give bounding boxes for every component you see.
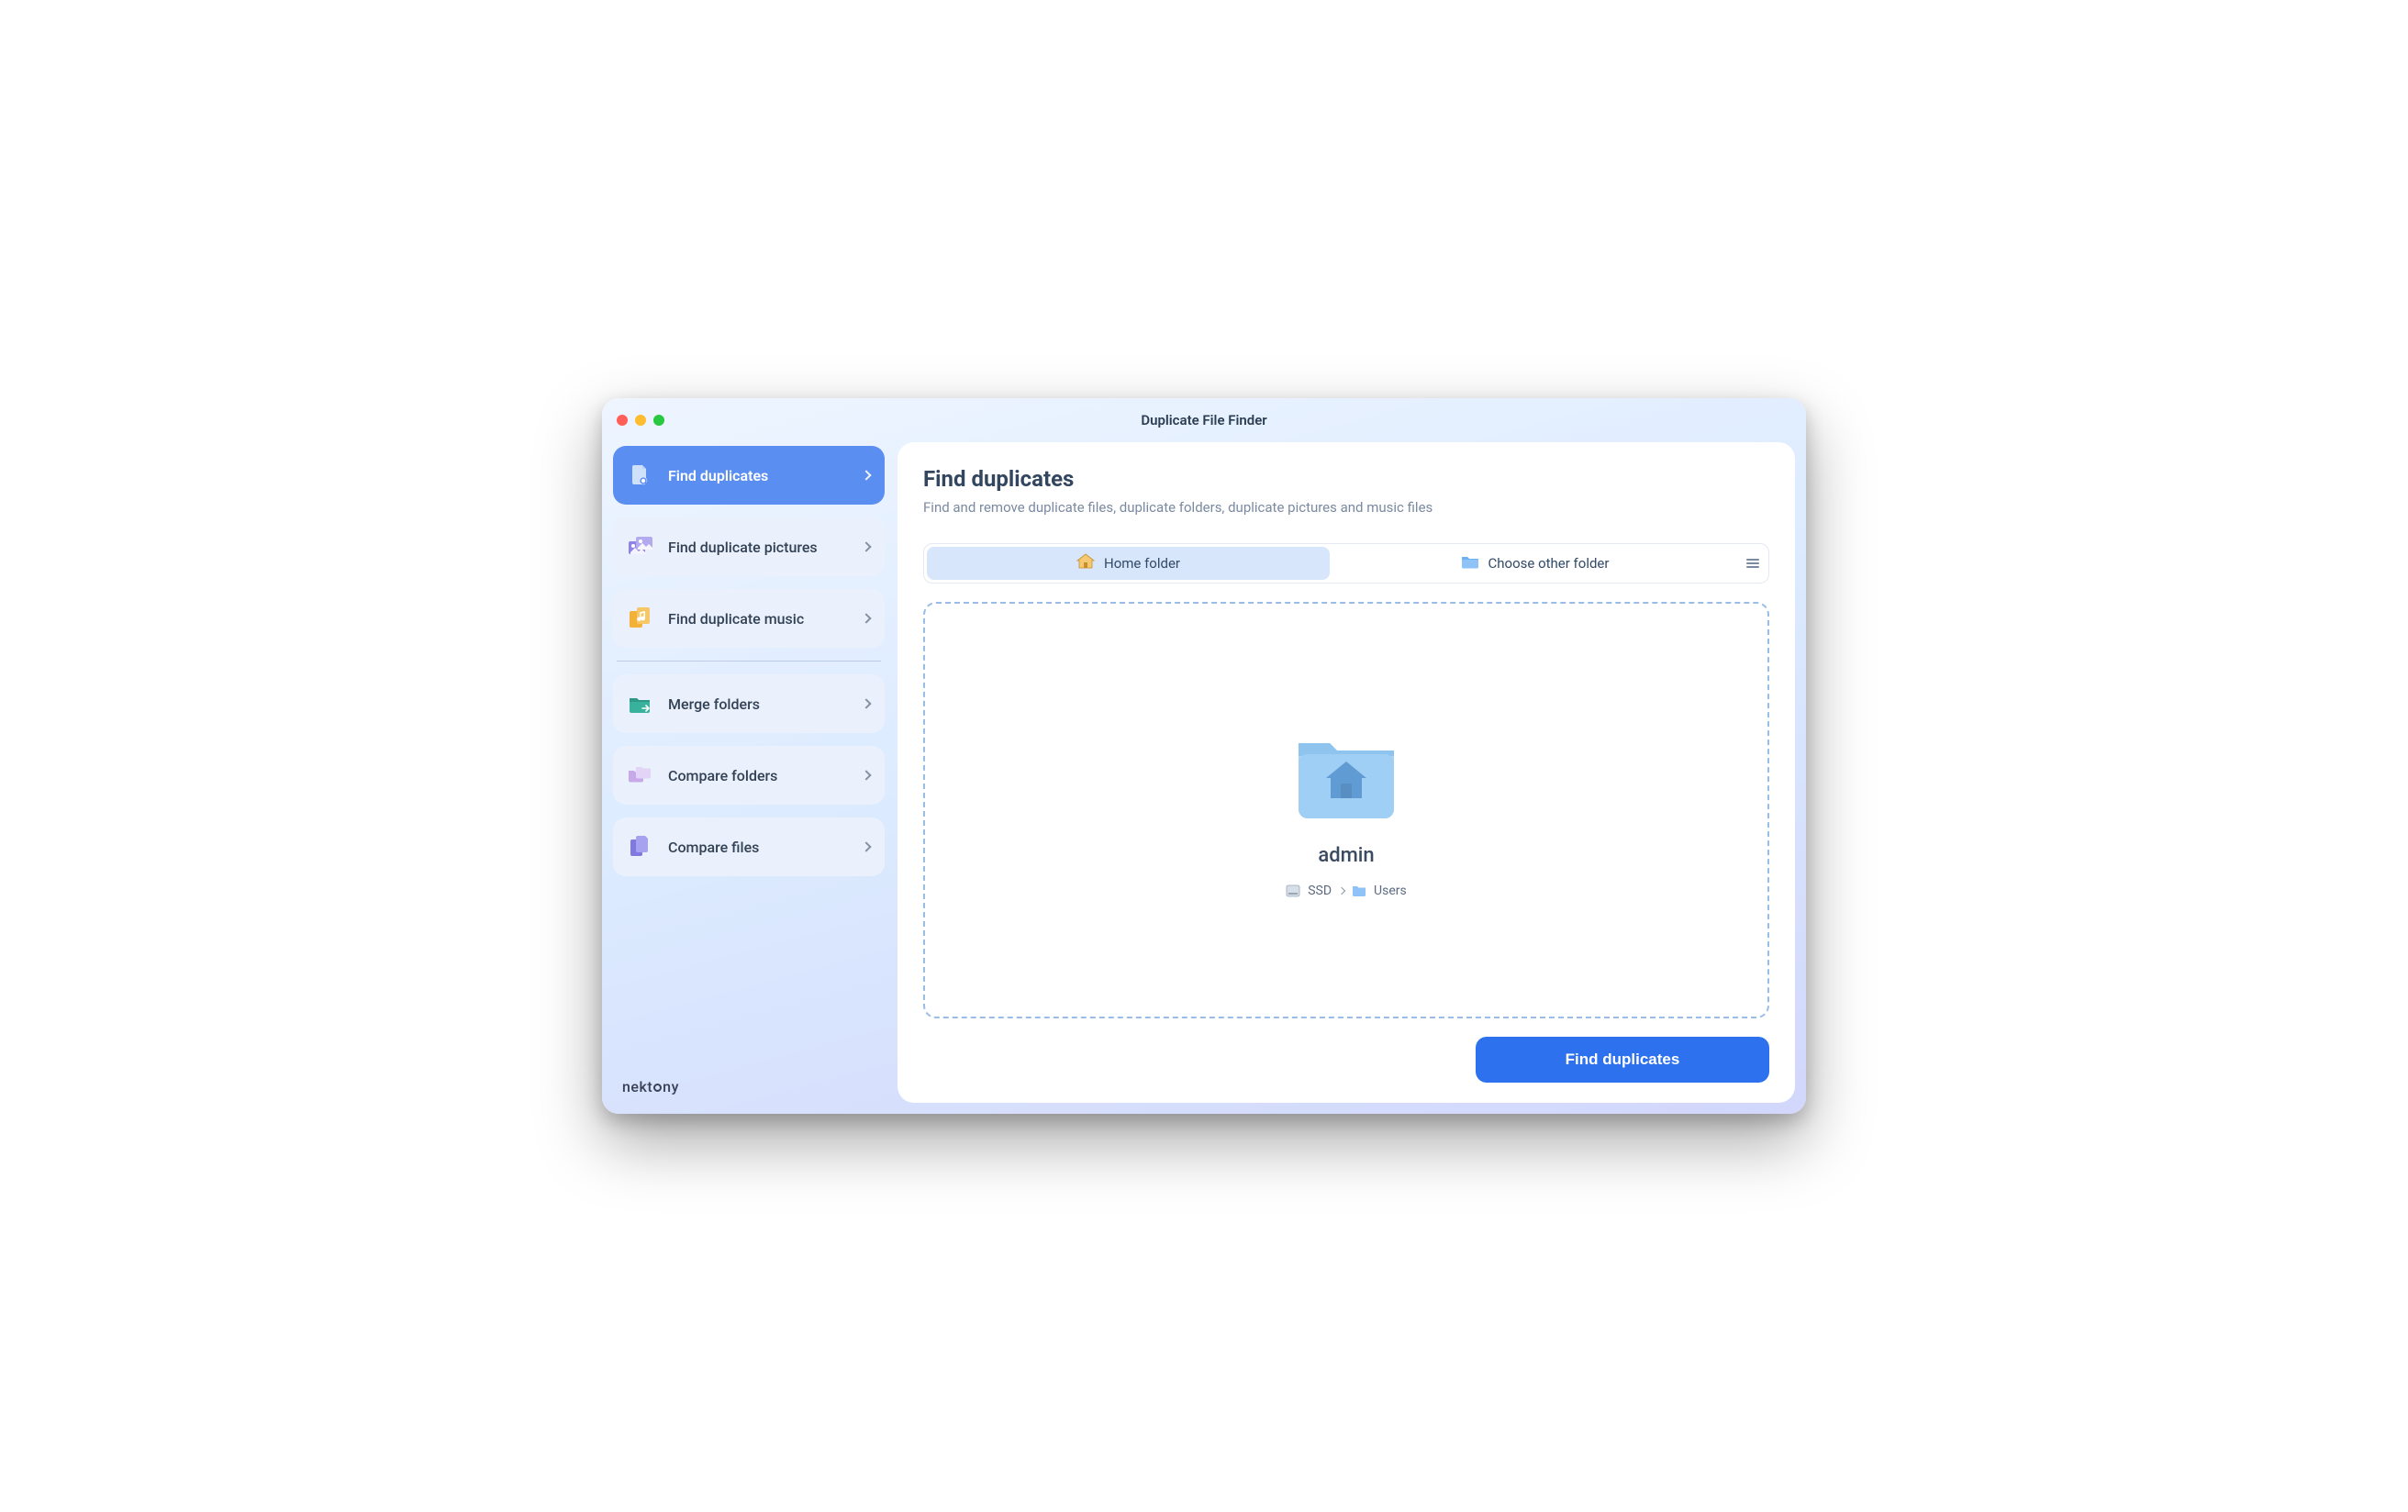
segment-choose-other-folder[interactable]: Choose other folder [1333,547,1736,580]
breadcrumb-folder: Users [1374,884,1407,898]
segment-label: Home folder [1104,555,1180,572]
sidebar-item-compare-folders[interactable]: Compare folders [613,746,885,805]
chevron-right-icon [861,541,871,551]
folder-icon [1352,884,1366,896]
pictures-icon [626,532,655,561]
selected-folder-path: SSD Users [1286,884,1407,898]
window-controls [617,415,664,426]
sidebar-item-find-duplicates[interactable]: Find duplicates [613,446,885,505]
compare-folders-icon [626,761,655,790]
app-window: Duplicate File Finder [602,398,1806,1114]
selected-folder-name: admin [1318,844,1374,867]
music-files-icon [626,604,655,633]
sidebar-item-label: Compare folders [668,767,850,784]
breadcrumb-disk: SSD [1308,884,1332,898]
hamburger-icon [1746,559,1759,568]
chevron-right-icon [861,698,871,708]
brand-text-suffix: ny [663,1078,679,1095]
sidebar-item-label: Find duplicates [668,467,850,484]
chevron-right-icon [861,770,871,780]
sidebar-item-label: Compare files [668,839,850,856]
sidebar-item-label: Find duplicate pictures [668,539,850,556]
sidebar-item-label: Merge folders [668,695,850,713]
sidebar: Find duplicates Find d [613,442,885,1103]
segment-label: Choose other folder [1488,555,1610,572]
compare-files-icon [626,832,655,862]
brand-o-icon [653,1084,662,1092]
chevron-right-icon [1338,886,1345,894]
chevron-right-icon [861,470,871,480]
merge-folders-icon [626,689,655,718]
segment-home-folder[interactable]: Home folder [927,547,1330,580]
actions-row: Find duplicates [923,1037,1769,1083]
home-icon [1076,553,1095,573]
sidebar-group-tools: Merge folders Compare folders [613,674,885,876]
titlebar: Duplicate File Finder [602,398,1806,442]
zoom-window-button[interactable] [653,415,664,426]
folder-icon [1461,554,1479,573]
large-home-folder-icon [1291,723,1401,828]
main-panel: Find duplicates Find and remove duplicat… [897,442,1795,1103]
page-heading: Find duplicates [923,466,1769,492]
sidebar-divider [617,661,881,662]
find-duplicates-button[interactable]: Find duplicates [1476,1037,1769,1083]
page-subtitle: Find and remove duplicate files, duplica… [923,499,1769,516]
file-search-icon [626,461,655,490]
folder-source-segmented: Home folder Choose other folder [923,543,1769,584]
sidebar-group-find: Find duplicates Find d [613,446,885,648]
brand-logo: nektny [622,1078,679,1095]
sidebar-item-label: Find duplicate music [668,610,850,628]
segment-options-button[interactable] [1740,559,1766,568]
sidebar-item-merge-folders[interactable]: Merge folders [613,674,885,733]
window-title: Duplicate File Finder [602,412,1806,428]
minimize-window-button[interactable] [635,415,646,426]
close-window-button[interactable] [617,415,628,426]
sidebar-item-compare-files[interactable]: Compare files [613,817,885,876]
folder-dropzone[interactable]: admin SSD Users [923,602,1769,1018]
chevron-right-icon [861,613,871,623]
chevron-right-icon [861,841,871,851]
brand-text-prefix: nekt [622,1078,652,1095]
sidebar-item-find-duplicate-music[interactable]: Find duplicate music [613,589,885,648]
sidebar-item-find-duplicate-pictures[interactable]: Find duplicate pictures [613,517,885,576]
window-body: Find duplicates Find d [602,442,1806,1114]
disk-icon [1286,884,1300,898]
